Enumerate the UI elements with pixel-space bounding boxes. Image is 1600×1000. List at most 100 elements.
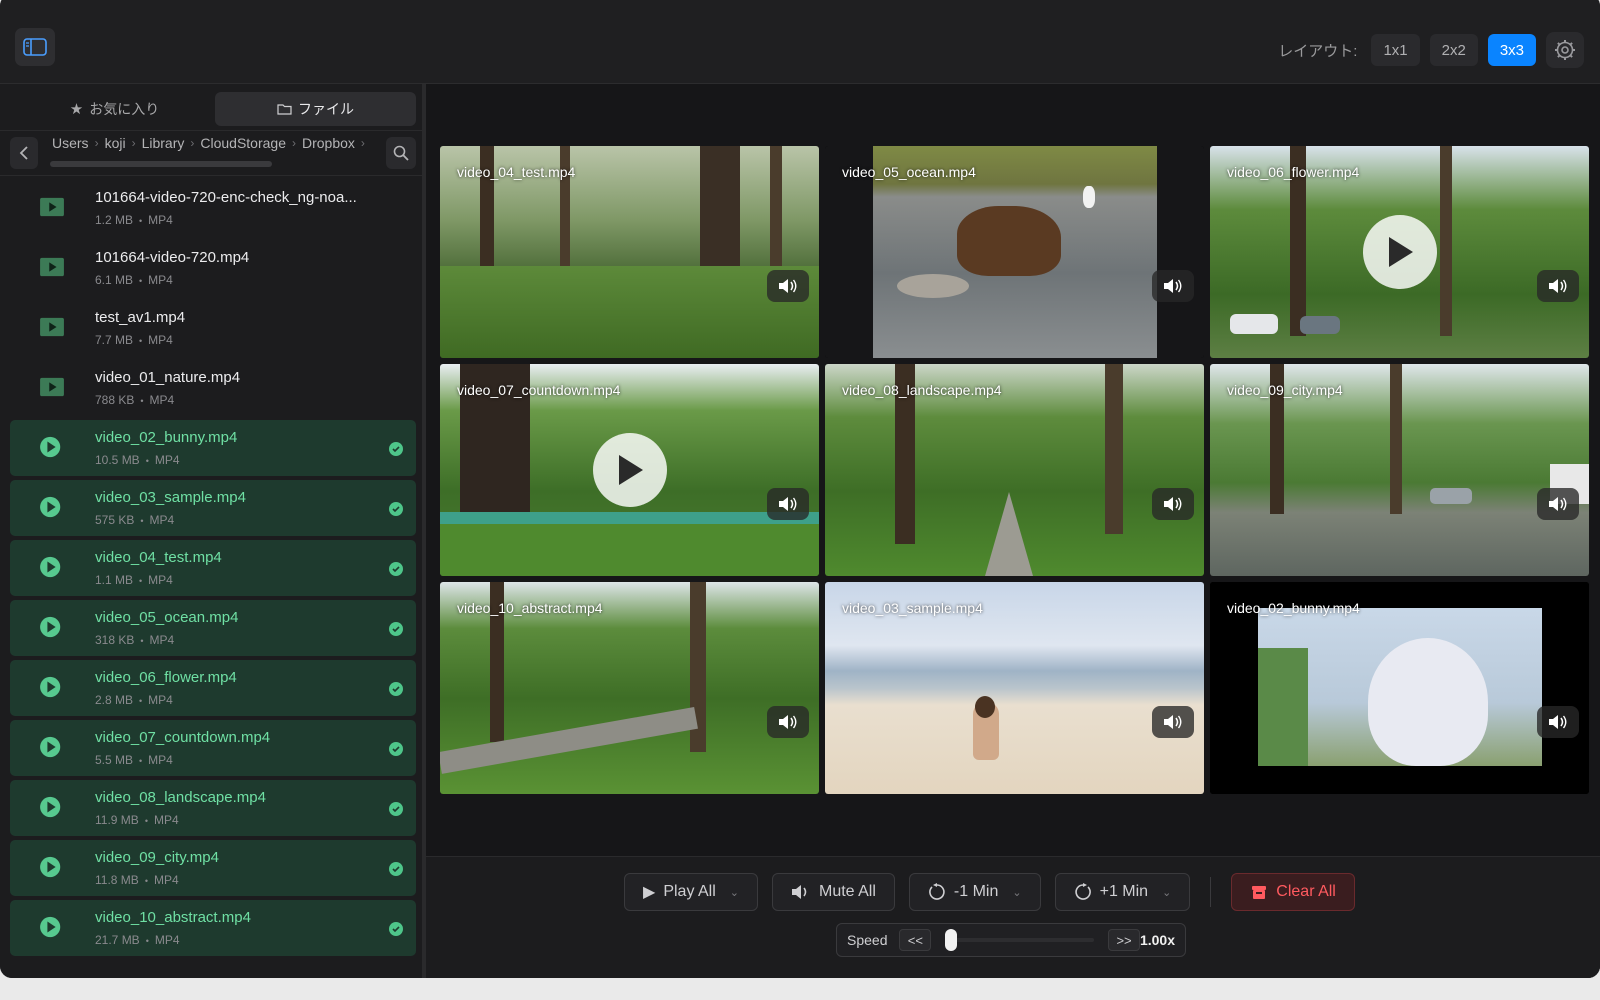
video-grid-area: video_04_test.mp4 video_05_ocean.mp4 vid… xyxy=(426,84,1600,978)
layout-selector: レイアウト: 1x1 2x2 3x3 xyxy=(1278,32,1584,68)
play-circle-icon xyxy=(40,796,61,818)
tile-mute-button[interactable] xyxy=(767,706,809,738)
tab-favorites[interactable]: ★ お気に入り xyxy=(14,92,215,126)
video-tile[interactable]: video_06_flower.mp4 xyxy=(1210,146,1589,358)
speed-value: 1.00x xyxy=(1139,932,1175,948)
app-window: レイアウト: 1x1 2x2 3x3 ★ お気に入り ファイル Users › … xyxy=(0,0,1600,978)
minus-one-minute-label: -1 Min xyxy=(953,883,999,900)
video-tile[interactable]: video_09_city.mp4 xyxy=(1210,364,1589,576)
file-type: MP4 xyxy=(148,753,173,767)
meta-separator: • xyxy=(139,576,143,586)
list-item[interactable]: video_03_sample.mp4 575 KB • MP4 xyxy=(10,480,416,536)
breadcrumb-item[interactable]: koji xyxy=(105,135,126,151)
file-name: test_av1.mp4 xyxy=(95,309,186,326)
speed-slider[interactable] xyxy=(945,929,1095,951)
breadcrumb-separator-icon: › xyxy=(94,136,99,150)
tile-mute-button[interactable] xyxy=(1537,270,1579,302)
list-item[interactable]: video_08_landscape.mp4 11.9 MB • MP4 xyxy=(10,780,416,836)
video-tile[interactable]: video_03_sample.mp4 xyxy=(825,582,1204,794)
play-all-label: Play All xyxy=(663,883,716,900)
play-icon xyxy=(1388,237,1413,267)
breadcrumb: Users › koji › Library › CloudStorage › Drop… xyxy=(52,135,371,151)
tile-mute-button[interactable] xyxy=(1152,270,1194,302)
breadcrumb-separator-icon: › xyxy=(131,136,136,150)
file-meta: 575 KB • MP4 xyxy=(95,513,174,527)
chevron-down-icon: ⌄ xyxy=(1012,886,1022,899)
tab-files-label: ファイル xyxy=(298,101,354,117)
sidebar-icon xyxy=(23,38,47,56)
video-tile[interactable]: video_05_ocean.mp4 xyxy=(825,146,1204,358)
speed-down-button[interactable]: << xyxy=(899,929,932,951)
file-size: 575 KB xyxy=(95,513,135,527)
tile-mute-button[interactable] xyxy=(1537,488,1579,520)
tab-files[interactable]: ファイル xyxy=(215,92,416,126)
layout-2x2-button[interactable]: 2x2 xyxy=(1429,34,1478,66)
play-all-button[interactable]: ▶ Play All ⌄ xyxy=(624,873,758,911)
list-item[interactable]: 101664-video-720-enc-check_ng-noa... 1.2 … xyxy=(10,180,416,236)
sidebar-toggle-button[interactable] xyxy=(15,28,55,66)
list-item[interactable]: video_07_countdown.mp4 5.5 MB • MP4 xyxy=(10,720,416,776)
video-tile[interactable]: video_07_countdown.mp4 xyxy=(440,364,819,576)
file-type: MP4 xyxy=(149,513,175,527)
meta-separator: • xyxy=(139,696,143,706)
list-item[interactable]: video_05_ocean.mp4 318 KB • MP4 xyxy=(10,600,416,656)
meta-separator: • xyxy=(140,636,144,646)
video-tile[interactable]: video_02_bunny.mp4 xyxy=(1210,582,1589,794)
back-button[interactable] xyxy=(10,137,38,169)
clear-all-button[interactable]: Clear All xyxy=(1231,873,1355,911)
layout-1x1-button[interactable]: 1x1 xyxy=(1371,34,1420,66)
tile-mute-button[interactable] xyxy=(1152,706,1194,738)
video-title: video_05_ocean.mp4 xyxy=(842,164,976,180)
meta-separator: • xyxy=(139,336,143,346)
checkmark-icon xyxy=(389,682,403,696)
breadcrumb-item[interactable]: Library xyxy=(142,135,185,151)
breadcrumb-item[interactable]: Dropbox xyxy=(302,135,355,151)
list-item[interactable]: video_06_flower.mp4 2.8 MB • MP4 xyxy=(10,660,416,716)
meta-separator: • xyxy=(139,216,143,226)
mute-all-label: Mute All xyxy=(819,883,876,900)
breadcrumb-scrollbar[interactable] xyxy=(50,161,272,167)
play-circle-icon xyxy=(40,916,61,938)
path-bar: Users › koji › Library › CloudStorage › Drop… xyxy=(0,130,422,176)
play-overlay-button[interactable] xyxy=(1362,215,1437,289)
list-item[interactable]: video_10_abstract.mp4 21.7 MB • MP4 xyxy=(10,900,416,956)
video-title: video_06_flower.mp4 xyxy=(1227,164,1360,180)
file-name: video_10_abstract.mp4 xyxy=(95,909,251,926)
search-button[interactable] xyxy=(386,137,416,169)
speed-up-button[interactable]: >> xyxy=(1108,929,1140,951)
plus-one-minute-label: +1 Min xyxy=(1099,883,1149,900)
mute-all-button[interactable]: Mute All xyxy=(772,873,895,911)
breadcrumb-item[interactable]: CloudStorage xyxy=(200,135,286,151)
layout-3x3-button[interactable]: 3x3 xyxy=(1487,34,1536,66)
video-tile[interactable]: video_10_abstract.mp4 xyxy=(440,582,819,794)
list-item[interactable]: video_04_test.mp4 1.1 MB • MP4 xyxy=(10,540,416,596)
video-tile[interactable]: video_04_test.mp4 xyxy=(440,146,819,358)
tile-mute-button[interactable] xyxy=(1537,706,1579,738)
tile-mute-button[interactable] xyxy=(767,270,809,302)
speed-slider-knob[interactable] xyxy=(945,929,958,951)
tile-mute-button[interactable] xyxy=(1152,488,1194,520)
checkmark-icon xyxy=(389,862,403,876)
breadcrumb-item[interactable]: Users xyxy=(52,135,89,151)
forward-icon xyxy=(1074,883,1091,900)
list-item[interactable]: 101664-video-720.mp4 6.1 MB • MP4 xyxy=(10,240,416,296)
plus-one-minute-button[interactable]: +1 Min ⌄ xyxy=(1054,873,1191,911)
breadcrumb-separator-icon: › xyxy=(292,136,296,150)
video-tile[interactable]: video_08_landscape.mp4 xyxy=(825,364,1204,576)
video-file-icon xyxy=(40,257,64,277)
file-name: 101664-video-720.mp4 xyxy=(95,249,250,266)
settings-button[interactable] xyxy=(1546,32,1584,68)
play-circle-icon xyxy=(40,496,61,518)
list-item[interactable]: video_01_nature.mp4 788 KB • MP4 xyxy=(10,360,416,416)
tile-mute-button[interactable] xyxy=(767,488,809,520)
list-item[interactable]: video_02_bunny.mp4 10.5 MB • MP4 xyxy=(10,420,416,476)
checkmark-icon xyxy=(389,742,403,756)
play-overlay-button[interactable] xyxy=(592,433,667,507)
meta-separator: • xyxy=(144,876,148,886)
minus-one-minute-button[interactable]: -1 Min ⌄ xyxy=(908,873,1041,911)
file-name: video_07_countdown.mp4 xyxy=(95,729,271,746)
list-item[interactable]: video_09_city.mp4 11.8 MB • MP4 xyxy=(10,840,416,896)
file-meta: 7.7 MB • MP4 xyxy=(95,333,173,347)
list-item[interactable]: test_av1.mp4 7.7 MB • MP4 xyxy=(10,300,416,356)
speaker-icon xyxy=(1164,279,1182,293)
